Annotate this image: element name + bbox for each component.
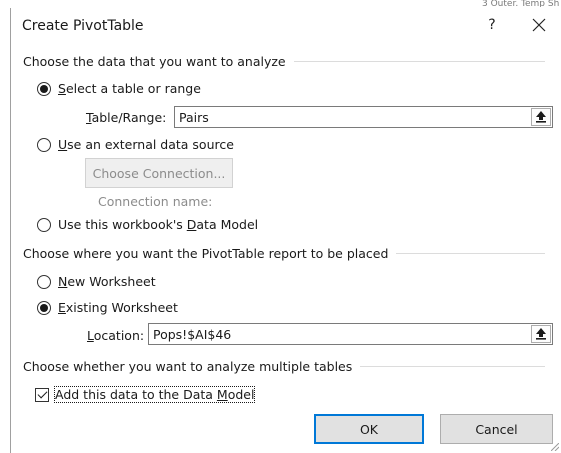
section-header-location-label: Choose where you want the PivotTable rep… (23, 246, 389, 261)
section-divider (396, 253, 545, 254)
help-button[interactable]: ? (480, 12, 504, 38)
create-pivottable-dialog: 3 Outer. Temp Sh Create PivotTable ? Cho… (0, 0, 561, 453)
collapse-arrow-icon (536, 328, 546, 340)
radio-existing-worksheet-label: Existing Worksheet (58, 300, 178, 315)
radio-new-worksheet-label: New Worksheet (58, 274, 156, 289)
collapse-arrow-icon (536, 111, 546, 123)
choose-connection-button[interactable]: Choose Connection... (85, 158, 233, 188)
section-divider (360, 366, 545, 367)
radio-data-model-label: Use this workbook's Data Model (58, 217, 259, 232)
section-divider (293, 61, 545, 62)
radio-button[interactable] (37, 137, 51, 152)
section-header-data: Choose the data that you want to analyze (23, 54, 545, 69)
radio-button[interactable] (37, 217, 51, 232)
table-range-value: Pairs (179, 109, 209, 125)
section-header-data-label: Choose the data that you want to analyze (23, 54, 286, 69)
table-range-label: Table/Range: (86, 110, 167, 125)
radio-new-worksheet[interactable]: New Worksheet (37, 274, 156, 289)
section-header-location: Choose where you want the PivotTable rep… (23, 246, 545, 261)
radio-external-source-label: Use an external data source (58, 137, 234, 152)
add-to-data-model-checkbox[interactable]: Add this data to the Data Model (35, 386, 256, 403)
location-value: Pops!$AI$46 (153, 326, 232, 342)
radio-button-checked[interactable] (37, 81, 51, 96)
radio-existing-worksheet[interactable]: Existing Worksheet (37, 300, 178, 315)
radio-button-checked[interactable] (37, 300, 51, 315)
radio-select-table[interactable]: Select a table or range (37, 81, 201, 96)
radio-external-source[interactable]: Use an external data source (37, 137, 234, 152)
cancel-button[interactable]: Cancel (440, 414, 553, 444)
title-bar[interactable]: Create PivotTable ? (11, 8, 561, 42)
table-range-collapse-button[interactable] (531, 108, 551, 126)
connection-name-label: Connection name: (98, 194, 213, 209)
radio-data-model[interactable]: Use this workbook's Data Model (37, 217, 258, 232)
table-range-input[interactable]: Pairs (174, 106, 553, 128)
dialog-left-border (10, 8, 11, 453)
checkbox-checked[interactable] (35, 387, 49, 402)
radio-button[interactable] (37, 274, 51, 289)
section-header-multiple-label: Choose whether you want to analyze multi… (23, 359, 353, 374)
section-header-multiple: Choose whether you want to analyze multi… (23, 359, 545, 374)
location-label: Location: (87, 328, 145, 343)
location-collapse-button[interactable] (531, 325, 551, 343)
dialog-title: Create PivotTable (22, 18, 144, 34)
radio-select-table-label: Select a table or range (58, 81, 201, 96)
resize-grip-icon[interactable] (551, 443, 559, 451)
add-to-data-model-label: Add this data to the Data Model (53, 386, 256, 403)
close-icon (532, 18, 546, 32)
background-sheet-text: 3 Outer. Temp Sh (482, 0, 560, 7)
ok-button[interactable]: OK (314, 414, 424, 444)
close-button[interactable] (525, 12, 553, 38)
location-input[interactable]: Pops!$AI$46 (148, 323, 553, 345)
